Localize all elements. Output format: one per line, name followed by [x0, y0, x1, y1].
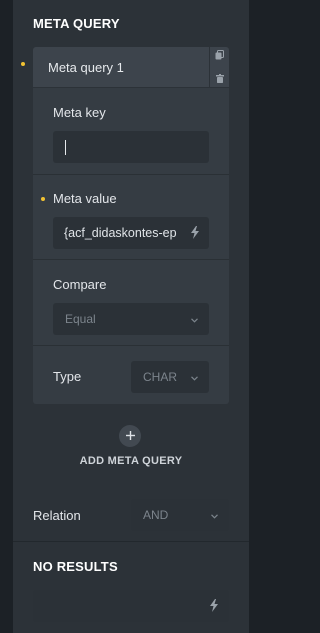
meta-query-item-body: Meta key Meta value {acf_didaskontes-ep …: [33, 88, 229, 404]
meta-query-item-header[interactable]: Meta query 1: [33, 47, 209, 87]
meta-value-input[interactable]: {acf_didaskontes-ep: [53, 217, 209, 249]
divider: [33, 259, 229, 260]
type-select-value: CHAR: [143, 370, 178, 384]
modified-indicator-dot: [41, 197, 45, 201]
relation-select-value: AND: [143, 508, 169, 522]
chevron-down-icon: [191, 312, 198, 326]
meta-key-label: Meta key: [53, 105, 106, 120]
add-meta-query-button[interactable]: [119, 425, 141, 447]
relation-select[interactable]: AND: [131, 499, 229, 531]
meta-query-item-title: Meta query 1: [48, 59, 124, 75]
chevron-down-icon: [191, 370, 198, 384]
relation-label: Relation: [33, 508, 81, 523]
add-meta-query-label[interactable]: ADD META QUERY: [0, 455, 262, 467]
compare-select[interactable]: Equal: [53, 303, 209, 335]
no-results-input[interactable]: [33, 590, 229, 622]
meta-query-item-actions: [209, 47, 229, 87]
type-select[interactable]: CHAR: [131, 361, 209, 393]
plus-icon: [125, 427, 135, 445]
trash-icon[interactable]: [215, 70, 224, 88]
dynamic-data-bolt-icon[interactable]: [209, 599, 219, 615]
meta-key-input[interactable]: [53, 131, 209, 163]
text-cursor: [65, 139, 66, 155]
copy-icon[interactable]: [215, 47, 224, 65]
chevron-down-icon: [211, 508, 218, 522]
meta-value-text: {acf_didaskontes-ep: [64, 226, 177, 240]
no-results-section-title: NO RESULTS: [33, 559, 118, 574]
section-divider: [13, 541, 249, 542]
meta-value-label: Meta value: [53, 191, 117, 206]
modified-indicator-dot: [21, 62, 25, 66]
meta-query-section-title: META QUERY: [33, 16, 120, 31]
compare-select-value: Equal: [65, 312, 96, 326]
divider: [33, 345, 229, 346]
dynamic-data-bolt-icon[interactable]: [190, 226, 200, 242]
type-label: Type: [53, 369, 82, 384]
divider: [33, 174, 229, 175]
compare-label: Compare: [53, 277, 107, 292]
